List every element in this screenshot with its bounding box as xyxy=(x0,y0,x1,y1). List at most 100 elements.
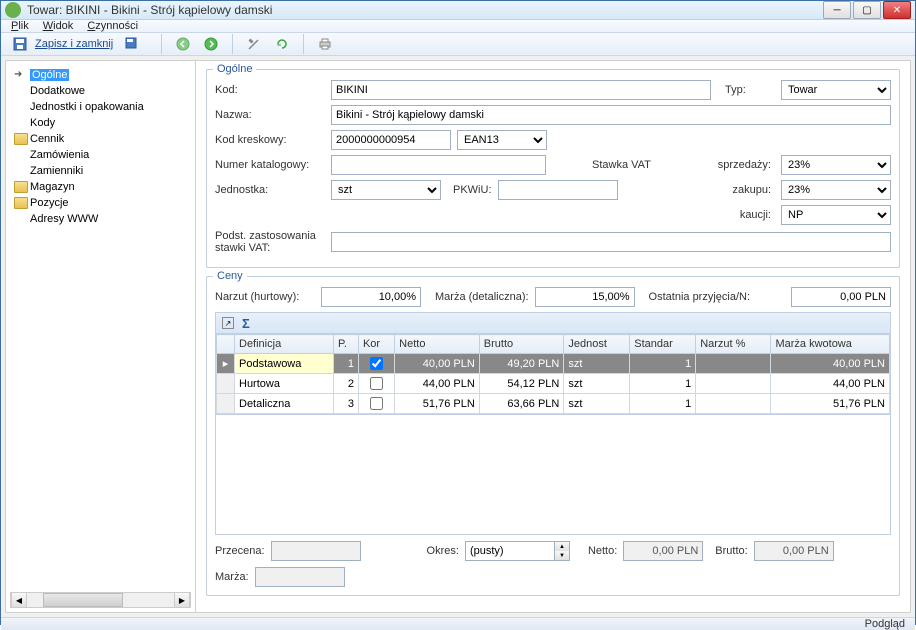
menu-view[interactable]: Widok xyxy=(43,20,74,32)
table-cell[interactable]: szt xyxy=(564,354,630,374)
input-podst[interactable] xyxy=(331,232,891,252)
input-numer-kat[interactable] xyxy=(331,155,546,175)
table-cell[interactable] xyxy=(358,374,394,394)
table-cell[interactable]: 44,00 PLN xyxy=(395,374,480,394)
input-narzut[interactable] xyxy=(321,287,421,307)
table-cell[interactable]: szt xyxy=(564,374,630,394)
table-cell[interactable]: 3 xyxy=(334,394,359,414)
menu-file[interactable]: Plik xyxy=(11,20,29,32)
grid-expand-icon[interactable]: ↗ xyxy=(222,317,234,329)
sidebar-item-4[interactable]: Cennik xyxy=(10,131,191,147)
main-panel: Ogólne Kod: Typ: Towar Nazwa: Kod kresko… xyxy=(196,61,910,612)
checkbox-kor[interactable] xyxy=(370,397,383,410)
table-cell[interactable]: 51,76 PLN xyxy=(395,394,480,414)
checkbox-kor[interactable] xyxy=(370,357,383,370)
spinner-up-icon[interactable]: ▲ xyxy=(555,542,569,551)
grid-col-header[interactable]: P. xyxy=(334,335,359,354)
sidebar-item-1[interactable]: Dodatkowe xyxy=(10,83,191,99)
select-jednostka[interactable]: szt xyxy=(331,180,441,200)
minimize-button[interactable]: ─ xyxy=(823,1,851,19)
table-cell[interactable]: 51,76 PLN xyxy=(771,394,890,414)
input-ostatnia[interactable] xyxy=(791,287,891,307)
nav-back-icon[interactable] xyxy=(172,33,194,55)
save-close-button[interactable]: Zapisz i zamknij xyxy=(35,38,113,50)
table-cell[interactable]: 54,12 PLN xyxy=(479,374,564,394)
menu-actions[interactable]: Czynności xyxy=(87,20,138,32)
refresh-icon[interactable] xyxy=(271,33,293,55)
grid-col-header[interactable]: Definicja xyxy=(235,335,334,354)
input-kod-kreskowy[interactable] xyxy=(331,130,451,150)
price-grid[interactable]: DefinicjaP.KorNettoBruttoJednostStandarN… xyxy=(215,334,891,415)
sidebar-item-6[interactable]: Zamienniki xyxy=(10,163,191,179)
spinner-okres[interactable]: ▲▼ xyxy=(465,541,570,561)
grid-col-header[interactable]: Brutto xyxy=(479,335,564,354)
table-cell[interactable] xyxy=(696,354,771,374)
sidebar-item-3[interactable]: Kody xyxy=(10,115,191,131)
input-przecena xyxy=(271,541,361,561)
sidebar-item-8[interactable]: Pozycje xyxy=(10,195,191,211)
table-cell[interactable]: 2 xyxy=(334,374,359,394)
select-typ[interactable]: Towar xyxy=(781,80,891,100)
select-vat-zakupu[interactable]: 23% xyxy=(781,180,891,200)
table-cell[interactable]: 40,00 PLN xyxy=(771,354,890,374)
grid-col-header[interactable]: Jednost xyxy=(564,335,630,354)
table-row[interactable]: Detaliczna351,76 PLN63,66 PLNszt151,76 P… xyxy=(217,394,890,414)
sidebar-item-2[interactable]: Jednostki i opakowania xyxy=(10,99,191,115)
table-cell[interactable] xyxy=(696,394,771,414)
label-marza-det: Marża (detaliczna): xyxy=(435,291,529,303)
table-cell[interactable]: 1 xyxy=(630,354,696,374)
table-cell[interactable] xyxy=(358,394,394,414)
spinner-down-icon[interactable]: ▼ xyxy=(555,551,569,560)
select-vat-sprzedazy[interactable]: 23% xyxy=(781,155,891,175)
save-icon[interactable] xyxy=(9,33,31,55)
table-cell[interactable]: 1 xyxy=(630,394,696,414)
save-dropdown-icon[interactable] xyxy=(121,33,143,55)
input-nazwa[interactable] xyxy=(331,105,891,125)
table-cell[interactable]: 1 xyxy=(334,354,359,374)
sidebar-scrollbar[interactable]: ◀ ▶ xyxy=(10,592,191,608)
grid-col-header[interactable]: Netto xyxy=(395,335,480,354)
grid-col-header[interactable]: Marża kwotowa xyxy=(771,335,890,354)
sidebar-item-9[interactable]: Adresy WWW xyxy=(10,211,191,227)
grid-sigma-icon[interactable]: Σ xyxy=(242,316,250,331)
table-cell[interactable]: Detaliczna xyxy=(235,394,334,414)
input-marza-det[interactable] xyxy=(535,287,635,307)
print-icon[interactable] xyxy=(314,33,336,55)
maximize-button[interactable]: ▢ xyxy=(853,1,881,19)
scroll-left-icon[interactable]: ◀ xyxy=(11,593,27,607)
sidebar-item-0[interactable]: Ogólne xyxy=(10,67,191,83)
sidebar-item-5[interactable]: Zamówienia xyxy=(10,147,191,163)
table-cell[interactable]: 1 xyxy=(630,374,696,394)
table-cell[interactable]: 63,66 PLN xyxy=(479,394,564,414)
tools-icon[interactable] xyxy=(243,33,265,55)
sidebar-item-7[interactable]: Magazyn xyxy=(10,179,191,195)
input-okres[interactable] xyxy=(465,541,555,561)
separator xyxy=(161,34,162,54)
table-cell[interactable]: 49,20 PLN xyxy=(479,354,564,374)
input-kod[interactable] xyxy=(331,80,711,100)
table-cell[interactable]: Hurtowa xyxy=(235,374,334,394)
group-general: Ogólne Kod: Typ: Towar Nazwa: Kod kresko… xyxy=(206,69,900,268)
select-vat-kaucji[interactable]: NP xyxy=(781,205,891,225)
table-cell[interactable]: 40,00 PLN xyxy=(395,354,480,374)
group-ceny: Ceny Narzut (hurtowy): Marża (detaliczna… xyxy=(206,276,900,596)
grid-col-header[interactable]: Kor xyxy=(358,335,394,354)
scroll-thumb[interactable] xyxy=(43,593,123,607)
grid-empty-area xyxy=(215,415,891,535)
input-pkwiu[interactable] xyxy=(498,180,618,200)
checkbox-kor[interactable] xyxy=(370,377,383,390)
select-kod-typ[interactable]: EAN13 xyxy=(457,130,547,150)
table-row[interactable]: Hurtowa244,00 PLN54,12 PLNszt144,00 PLN xyxy=(217,374,890,394)
table-cell[interactable] xyxy=(358,354,394,374)
grid-col-header[interactable]: Standar xyxy=(630,335,696,354)
close-button[interactable]: ✕ xyxy=(883,1,911,19)
sidebar-item-label: Zamówienia xyxy=(30,149,89,161)
table-cell[interactable]: 44,00 PLN xyxy=(771,374,890,394)
table-cell[interactable]: szt xyxy=(564,394,630,414)
table-cell[interactable] xyxy=(696,374,771,394)
grid-col-header[interactable]: Narzut % xyxy=(696,335,771,354)
table-cell[interactable]: Podstawowa xyxy=(235,354,334,374)
table-row[interactable]: ▸Podstawowa140,00 PLN49,20 PLNszt140,00 … xyxy=(217,354,890,374)
nav-forward-icon[interactable] xyxy=(200,33,222,55)
scroll-right-icon[interactable]: ▶ xyxy=(174,593,190,607)
